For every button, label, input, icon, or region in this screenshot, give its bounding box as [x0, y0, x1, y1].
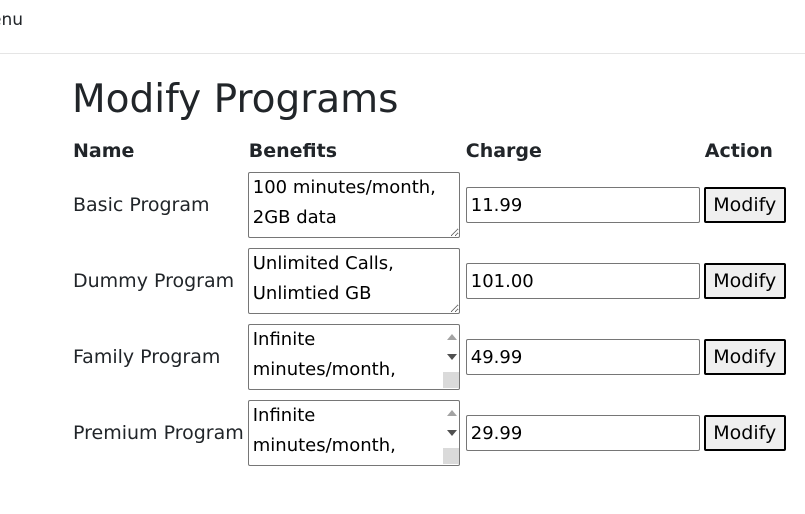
textarea-scrollbar[interactable] [442, 326, 459, 388]
scroll-down-arrow-icon[interactable] [446, 430, 457, 436]
program-name: Premium Program [73, 422, 244, 444]
charge-cell [463, 243, 702, 319]
charge-input[interactable] [465, 263, 700, 299]
header-action: Action [704, 140, 773, 162]
action-cell: Modify [702, 243, 792, 319]
modify-button[interactable]: Modify [703, 263, 786, 299]
top-navbar: enu [0, 0, 805, 54]
benefits-cell: 100 minutes/month, 2GB data [246, 167, 463, 243]
charge-input[interactable] [465, 415, 700, 451]
textarea-scrollbar[interactable] [442, 402, 459, 464]
table-row: Family Program Infinite minutes/month, M… [70, 319, 792, 395]
charge-cell [463, 167, 702, 243]
charge-input[interactable] [465, 187, 700, 223]
menu-toggle[interactable]: enu [0, 10, 23, 30]
charge-cell [463, 395, 702, 471]
modify-button[interactable]: Modify [703, 187, 786, 223]
benefits-textarea[interactable]: Infinite minutes/month, [247, 324, 460, 390]
benefits-textarea[interactable]: Infinite minutes/month, [247, 400, 460, 466]
table-row: Basic Program 100 minutes/month, 2GB dat… [70, 167, 792, 243]
page-title: Modify Programs [72, 77, 399, 122]
action-cell: Modify [702, 395, 792, 471]
benefits-cell: Infinite minutes/month, [246, 395, 463, 471]
benefits-textarea[interactable]: 100 minutes/month, 2GB data [247, 172, 460, 238]
action-cell: Modify [702, 167, 792, 243]
program-name: Dummy Program [73, 270, 235, 292]
header-charge: Charge [465, 140, 542, 162]
benefits-cell: Unlimited Calls, Unlimtied GB [246, 243, 463, 319]
resize-grip-icon[interactable] [442, 448, 459, 464]
benefits-field-wrapper: Infinite minutes/month, [247, 324, 461, 390]
table-row: Premium Program Infinite minutes/month, … [70, 395, 792, 471]
benefits-field-wrapper: Unlimited Calls, Unlimtied GB [247, 248, 461, 314]
charge-cell [463, 319, 702, 395]
scroll-up-arrow-icon[interactable] [446, 410, 457, 416]
programs-table: Name Benefits Charge Action Basic Progra… [70, 135, 792, 471]
scroll-up-arrow-icon[interactable] [446, 334, 457, 340]
scroll-down-arrow-icon[interactable] [446, 354, 457, 360]
header-name: Name [73, 140, 135, 162]
benefits-textarea[interactable]: Unlimited Calls, Unlimtied GB [247, 248, 460, 314]
benefits-field-wrapper: 100 minutes/month, 2GB data [247, 172, 461, 238]
table-header-row: Name Benefits Charge Action [70, 135, 792, 167]
resize-grip-icon[interactable] [442, 372, 459, 388]
action-cell: Modify [702, 319, 792, 395]
benefits-field-wrapper: Infinite minutes/month, [247, 400, 461, 466]
benefits-cell: Infinite minutes/month, [246, 319, 463, 395]
program-name: Basic Program [73, 194, 210, 216]
charge-input[interactable] [465, 339, 700, 375]
modify-button[interactable]: Modify [703, 415, 786, 451]
table-row: Dummy Program Unlimited Calls, Unlimtied… [70, 243, 792, 319]
modify-button[interactable]: Modify [703, 339, 786, 375]
header-benefits: Benefits [248, 140, 338, 162]
program-name: Family Program [73, 346, 221, 368]
